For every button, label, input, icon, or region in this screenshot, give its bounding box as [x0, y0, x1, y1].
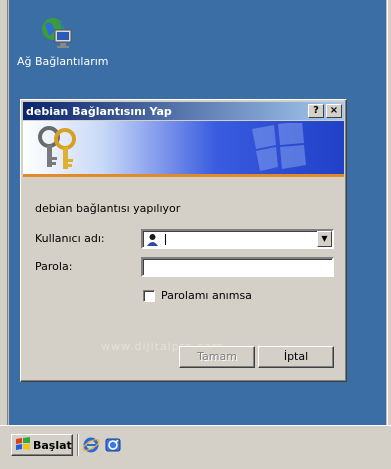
remember-password-label[interactable]: Parolamı anımsa — [161, 289, 252, 302]
status-text: debian bağlantısı yapılıyor — [35, 202, 181, 215]
desktop-icon-network[interactable]: Ağ Bağlantılarım — [17, 16, 109, 68]
background-window-scrollbar — [387, 0, 391, 425]
password-field[interactable] — [141, 257, 334, 277]
text-caret — [165, 234, 166, 245]
outlook-express-icon[interactable] — [104, 436, 122, 454]
desktop-icon-label: Ağ Bağlantılarım — [17, 55, 109, 68]
username-label: Kullanıcı adı: — [35, 232, 105, 245]
start-label: Başlat — [33, 438, 72, 452]
dialog-banner — [23, 121, 344, 177]
background-window-edge — [0, 0, 8, 425]
dropdown-arrow-icon[interactable]: ▼ — [317, 231, 332, 247]
user-icon — [146, 233, 159, 246]
ok-button[interactable]: Tamam — [179, 346, 255, 368]
dialog-titlebar[interactable]: debian Bağlantısını Yap ? × — [23, 102, 344, 120]
close-button[interactable]: × — [326, 104, 342, 118]
remember-password-checkbox[interactable] — [143, 290, 155, 302]
start-button[interactable]: Başlat — [11, 434, 73, 456]
help-button[interactable]: ? — [308, 104, 324, 118]
network-connections-icon — [39, 16, 75, 52]
username-combobox[interactable]: ▼ — [141, 229, 334, 249]
windows-logo-watermark-icon — [246, 121, 326, 171]
banner-stripe — [23, 174, 344, 177]
taskbar: Başlat — [0, 425, 391, 469]
cancel-button[interactable]: İptal — [258, 346, 334, 368]
password-label: Parola: — [35, 260, 73, 273]
taskbar-divider — [77, 434, 79, 456]
internet-explorer-icon[interactable] — [82, 436, 100, 454]
dialog-title: debian Bağlantısını Yap — [26, 104, 172, 118]
windows-flag-icon — [15, 436, 31, 454]
keys-icon — [35, 125, 85, 173]
connect-dialog: debian Bağlantısını Yap ? × debian bağla… — [20, 99, 347, 382]
